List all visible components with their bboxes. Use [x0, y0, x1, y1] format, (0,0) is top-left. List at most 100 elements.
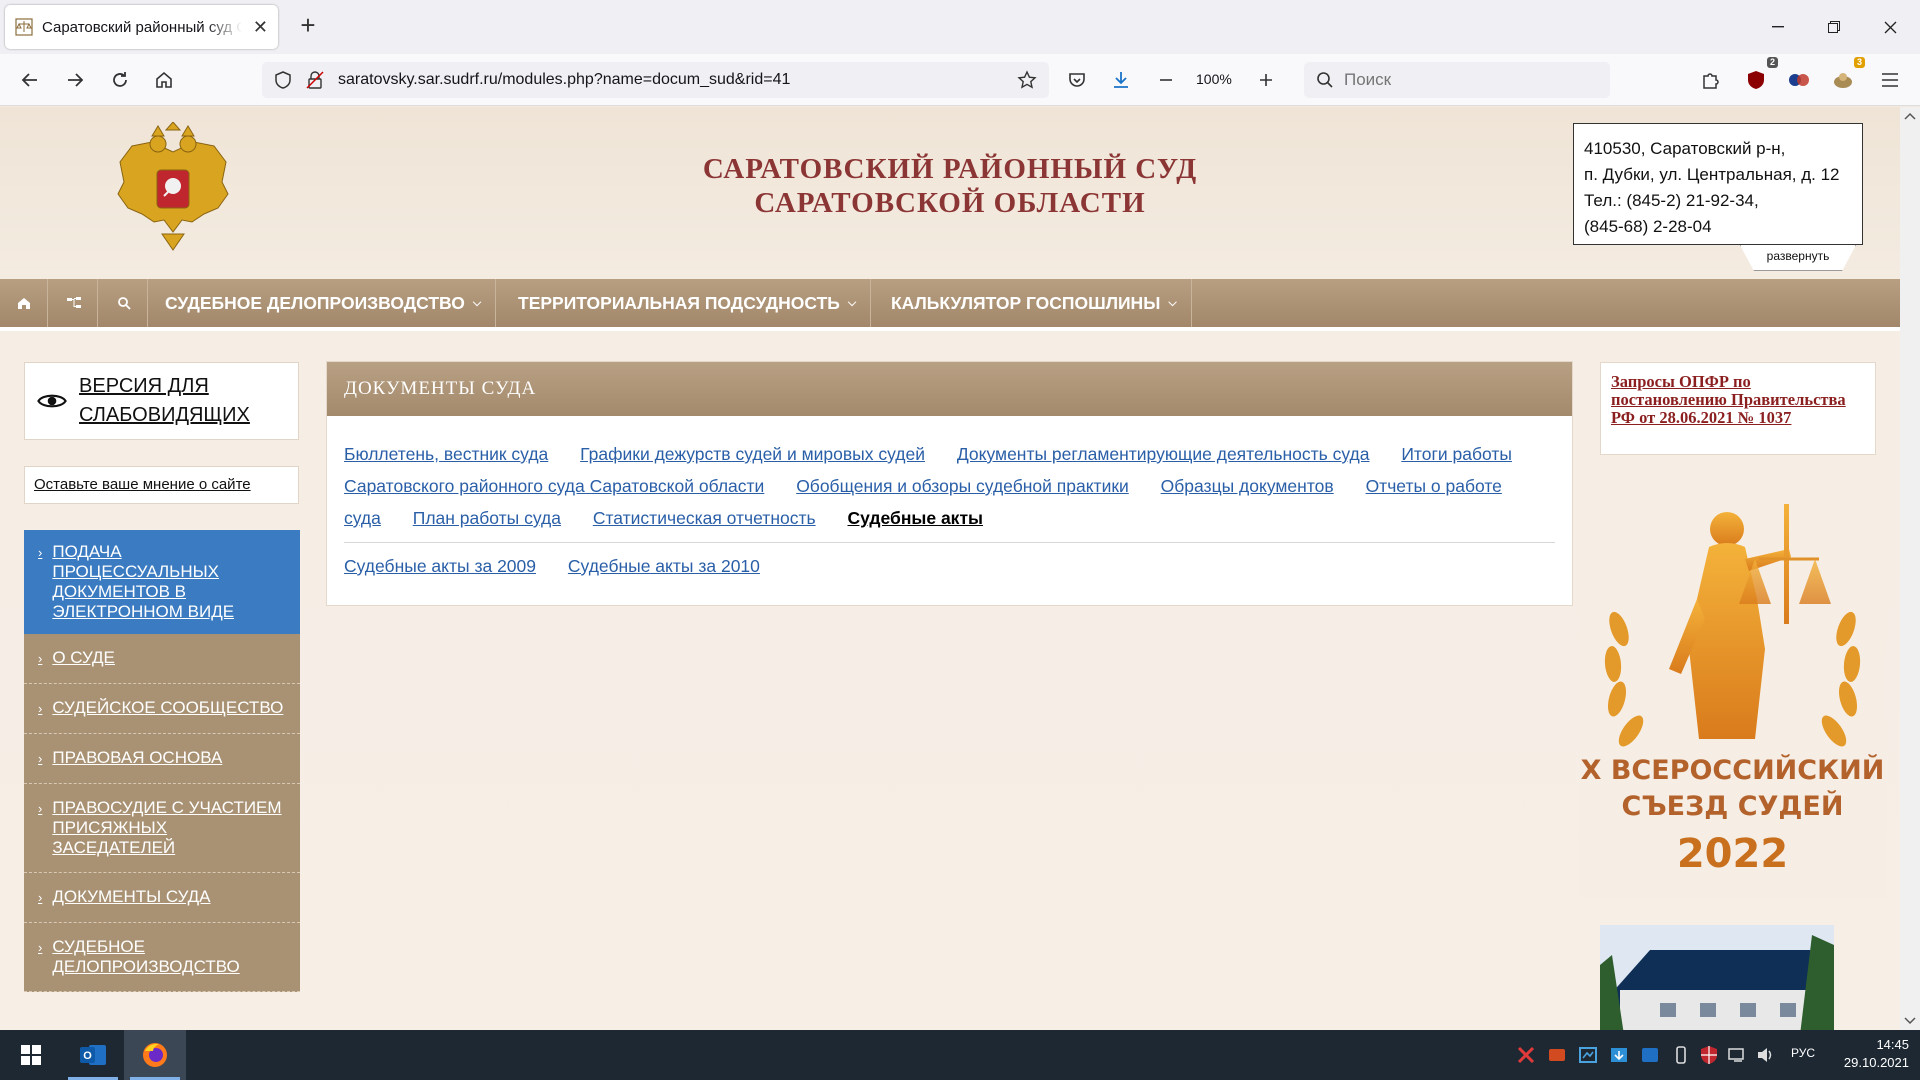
- sidebar-item-court-documents[interactable]: › ДОКУМЕНТЫ СУДА: [24, 873, 300, 923]
- scroll-down-icon[interactable]: [1900, 1010, 1920, 1030]
- sidebar-item-judicial-community[interactable]: › СУДЕЙСКОЕ СООБЩЕСТВО: [24, 684, 300, 734]
- opfr-requests-link[interactable]: Запросы ОПФР по постановлению Правительс…: [1600, 362, 1876, 455]
- judicial-acts-sublinks: Судебные акты за 2009 Судебные акты за 2…: [327, 543, 1572, 581]
- link-practice-reviews[interactable]: Обобщения и обзоры судебной практики: [796, 476, 1129, 496]
- zoom-in-button[interactable]: [1250, 64, 1282, 96]
- sidebar-item-about-court[interactable]: › О СУДЕ: [24, 634, 300, 684]
- profile-extension[interactable]: 3: [1827, 57, 1865, 96]
- sidebar-item-jury-trials[interactable]: › ПРАВОСУДИЕ С УЧАСТИЕМ ПРИСЯЖНЫХ ЗАСЕДА…: [24, 784, 300, 873]
- link-acts-2010[interactable]: Судебные акты за 2010: [568, 556, 760, 576]
- puzzle-icon: [1703, 73, 1719, 89]
- new-tab-button[interactable]: +: [294, 12, 322, 40]
- expand-address-button[interactable]: развернуть: [1740, 245, 1856, 271]
- side-menu: › ПОДАЧА ПРОЦЕССУАЛЬНЫХ ДОКУМЕНТОВ В ЭЛЕ…: [24, 530, 300, 992]
- lock-insecure-icon[interactable]: [306, 71, 324, 89]
- windows-taskbar: O РУС 14:45 29.10.2021: [0, 1030, 1920, 1080]
- menu-sitemap-button[interactable]: [50, 279, 98, 327]
- tray-security-icon[interactable]: [1699, 1045, 1719, 1065]
- site-feedback-link[interactable]: Оставьте ваше мнение о сайте: [24, 466, 299, 504]
- menu-item-territorial-jurisdiction[interactable]: ТЕРРИТОРИАЛЬНАЯ ПОДСУДНОСТЬ ⌵: [504, 279, 872, 327]
- link-document-samples[interactable]: Образцы документов: [1161, 476, 1334, 496]
- home-button[interactable]: [148, 64, 180, 96]
- menu-item-label: СУДЕБНОЕ ДЕЛОПРОИЗВОДСТВО: [165, 292, 465, 313]
- menu-search-button[interactable]: [100, 279, 148, 327]
- sidebar-item-electronic-filing[interactable]: › ПОДАЧА ПРОЦЕССУАЛЬНЫХ ДОКУМЕНТОВ В ЭЛЕ…: [24, 530, 300, 634]
- low-vision-version-button[interactable]: ВЕРСИЯ ДЛЯ СЛАБОВИДЯЩИХ: [24, 362, 299, 440]
- zoom-out-button[interactable]: [1150, 64, 1182, 96]
- sidebar-item-label: ДОКУМЕНТЫ СУДА: [52, 887, 211, 906]
- keyboard-language[interactable]: РУС: [1791, 1046, 1815, 1060]
- close-window-button[interactable]: [1862, 0, 1918, 54]
- browser-tab[interactable]: Саратовский районный суд Саратовской обл…: [5, 5, 278, 49]
- sidebar-item-label: ПРАВОВАЯ ОСНОВА: [52, 748, 223, 767]
- tab-close-icon[interactable]: ✕: [253, 17, 268, 38]
- web-page: САРАТОВСКИЙ РАЙОННЫЙ СУД САРАТОВСКОЙ ОБЛ…: [0, 107, 1900, 1030]
- back-button[interactable]: [14, 64, 46, 96]
- forward-button[interactable]: [59, 64, 91, 96]
- minimize-button[interactable]: [1750, 0, 1806, 54]
- chevron-down-icon: ⌵: [472, 296, 482, 309]
- phone-line: (845-68) 2-28-04: [1584, 217, 1712, 236]
- menu-home-button[interactable]: [0, 279, 48, 327]
- restore-button[interactable]: [1806, 0, 1862, 54]
- windows-logo-icon: [21, 1045, 41, 1065]
- court-building-photo[interactable]: [1600, 925, 1834, 1030]
- downloads-button[interactable]: [1105, 64, 1137, 96]
- sidebar-item-label: СУДЕБНОЕ ДЕЛОПРОИЗВОДСТВО: [52, 937, 240, 976]
- taskbar-clock[interactable]: 14:45 29.10.2021: [1831, 1036, 1909, 1072]
- sidebar-item-judicial-records[interactable]: › СУДЕБНОЕ ДЕЛОПРОИЗВОДСТВО: [24, 923, 300, 992]
- link-duty-schedules[interactable]: Графики дежурств судей и мировых судей: [580, 444, 925, 464]
- address-bar[interactable]: saratovsky.sar.sudrf.ru/modules.php?name…: [262, 62, 1049, 98]
- app-menu-button[interactable]: [1874, 64, 1906, 96]
- sidebar-item-legal-basis[interactable]: › ПРАВОВАЯ ОСНОВА: [24, 734, 300, 784]
- link-acts-2009[interactable]: Судебные акты за 2009: [344, 556, 536, 576]
- banner-year: 2022: [1676, 831, 1789, 877]
- pocket-button[interactable]: [1061, 64, 1093, 96]
- address-line: п. Дубки, ул. Центральная, д. 12: [1584, 165, 1840, 184]
- extension-badge: 2: [1766, 57, 1778, 68]
- link-bulletin[interactable]: Бюллетень, вестник суда: [344, 444, 548, 464]
- shield-icon[interactable]: [274, 71, 292, 89]
- reload-button[interactable]: [104, 64, 136, 96]
- tray-updates-icon[interactable]: [1609, 1045, 1629, 1065]
- tray-network-icon[interactable]: [1727, 1045, 1747, 1065]
- clock-date: 29.10.2021: [1843, 1055, 1909, 1070]
- judges-congress-banner[interactable]: X ВСЕРОССИЙСКИЙ СЪЕЗД СУДЕЙ 2022: [1579, 479, 1886, 897]
- eye-icon: [37, 394, 67, 408]
- zoom-level[interactable]: 100%: [1196, 71, 1232, 87]
- extensions-button[interactable]: [1694, 64, 1726, 96]
- extension-badge: 3: [1853, 57, 1865, 68]
- vertical-scrollbar[interactable]: [1900, 107, 1920, 1030]
- link-regulating-documents[interactable]: Документы регламентирующие деятельность …: [957, 444, 1370, 464]
- minimize-icon: [1772, 26, 1784, 28]
- tray-outlook-icon[interactable]: [1640, 1045, 1660, 1065]
- vpn-extension[interactable]: [1783, 64, 1815, 96]
- menu-item-fee-calculator[interactable]: КАЛЬКУЛЯТОР ГОСПОШЛИНЫ ⌵: [877, 279, 1192, 327]
- start-button[interactable]: [0, 1030, 62, 1080]
- minus-icon: [1160, 79, 1172, 81]
- sidebar-item-label: ПРАВОСУДИЕ С УЧАСТИЕМ ПРИСЯЖНЫХ ЗАСЕДАТЕ…: [52, 798, 282, 857]
- link-statistics[interactable]: Статистическая отчетность: [593, 508, 816, 528]
- link-work-plan[interactable]: План работы суда: [413, 508, 561, 528]
- tray-volume-icon[interactable]: [1755, 1045, 1775, 1065]
- link-judicial-acts-current[interactable]: Судебные акты: [847, 508, 982, 528]
- url-text[interactable]: saratovsky.sar.sudrf.ru/modules.php?name…: [338, 71, 790, 89]
- tray-usb-icon[interactable]: [1671, 1045, 1691, 1065]
- menu-item-judicial-records[interactable]: СУДЕБНОЕ ДЕЛОПРОИЗВОДСТВО ⌵: [151, 279, 497, 327]
- taskbar-outlook[interactable]: O: [62, 1030, 124, 1080]
- reload-icon: [113, 72, 127, 87]
- search-box[interactable]: [1304, 62, 1610, 98]
- phone-line: Тел.: (845-2) 21-92-34,: [1584, 191, 1759, 210]
- scroll-up-icon[interactable]: [1900, 107, 1920, 127]
- sidebar-item-label: О СУДЕ: [52, 648, 115, 667]
- search-icon: [1317, 72, 1333, 88]
- taskbar-firefox[interactable]: [124, 1030, 186, 1080]
- bookmark-star-icon[interactable]: [1017, 70, 1037, 90]
- tray-network-drive-icon[interactable]: [1578, 1045, 1598, 1065]
- ublock-shield-icon: [1748, 71, 1764, 89]
- tray-antivirus-icon[interactable]: [1516, 1045, 1536, 1065]
- search-input[interactable]: [1344, 70, 1584, 90]
- tray-app-icon[interactable]: [1547, 1045, 1567, 1065]
- ublock-extension[interactable]: 2: [1740, 57, 1778, 96]
- chevron-right-icon: ›: [38, 701, 43, 716]
